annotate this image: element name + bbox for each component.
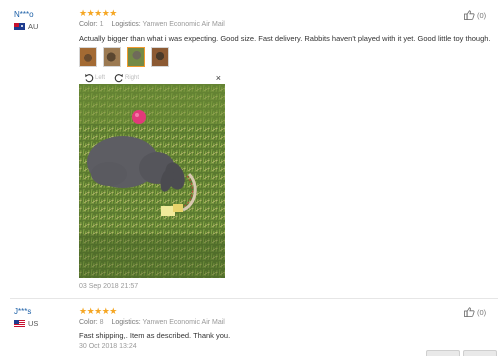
rotate-left-icon (85, 74, 94, 83)
review-divider (10, 298, 498, 299)
country-code: AU (28, 22, 39, 31)
thumbs-up-icon (464, 307, 475, 317)
review-thumbnail-active[interactable] (127, 47, 145, 67)
reviewer-name[interactable]: J***s (14, 307, 31, 316)
country-code: US (28, 319, 39, 328)
flag-us-icon (14, 320, 25, 327)
review-thumbnail[interactable] (103, 47, 121, 67)
logistics-label: Logistics: (111, 21, 141, 28)
helpful-button[interactable]: (0) (464, 307, 486, 317)
color-label: Color: (79, 21, 98, 28)
helpful-count: (0) (477, 307, 487, 317)
color-value: 8 (99, 319, 104, 326)
image-viewer: Left Right × (79, 72, 225, 278)
review-text: Actually bigger than what i was expectin… (79, 34, 491, 43)
footer-buttons (426, 350, 497, 356)
review-thumbnail[interactable] (79, 47, 97, 67)
star-rating: ★★★★★ (79, 8, 117, 18)
rotate-right-button[interactable]: Right (114, 73, 139, 83)
reviewer-country: AU (14, 22, 38, 31)
helpful-button[interactable]: (0) (464, 10, 486, 20)
star-rating: ★★★★★ (79, 306, 117, 316)
helpful-count: (0) (477, 10, 487, 20)
logistics-label: Logistics: (111, 319, 141, 326)
review-date: 03 Sep 2018 21:57 (79, 283, 139, 290)
footer-button[interactable] (426, 350, 460, 356)
rotate-right-icon (114, 74, 123, 83)
review-text: Fast shipping,. Item as described. Thank… (79, 331, 231, 340)
review-meta: Color: 8 Logistics: Yanwen Economic Air … (79, 319, 225, 326)
color-value: 1 (99, 21, 104, 28)
viewer-toolbar: Left Right × (79, 72, 225, 84)
review-item: J***s US ★★★★★ Color: 8 Logistics: Yanwe… (0, 302, 500, 356)
rotate-left-label: Left (95, 75, 106, 81)
reviewer-name[interactable]: N***o (14, 10, 34, 19)
thumbs-up-icon (464, 10, 475, 20)
reviewer-country: US (14, 319, 38, 328)
rotate-right-label: Right (125, 75, 140, 81)
review-item: N***o AU ★★★★★ Color: 1 Logistics: Yanwe… (0, 0, 500, 300)
footer-button[interactable] (463, 350, 497, 356)
review-thumbnails (79, 47, 169, 67)
review-photo (79, 84, 225, 278)
review-date: 30 Oct 2018 13:24 (79, 343, 137, 350)
review-meta: Color: 1 Logistics: Yanwen Economic Air … (79, 21, 225, 28)
logistics-value: Yanwen Economic Air Mail (142, 319, 225, 326)
rotate-left-button[interactable]: Left (84, 73, 105, 83)
review-thumbnail[interactable] (151, 47, 169, 67)
close-icon[interactable]: × (216, 72, 221, 84)
color-label: Color: (79, 319, 98, 326)
logistics-value: Yanwen Economic Air Mail (142, 21, 225, 28)
flag-au-icon (14, 23, 25, 30)
